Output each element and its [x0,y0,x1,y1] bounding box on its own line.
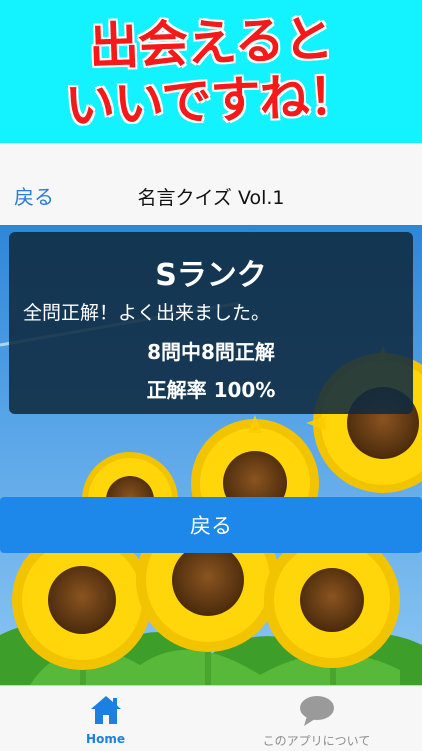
promo-banner: 出会えると いいですね！ [0,0,422,143]
tab-about-label: このアプリについて [262,734,371,748]
back-button[interactable]: 戻る [0,497,422,553]
tab-about-app[interactable]: このアプリについて [211,686,422,751]
tab-home-label: Home [86,732,125,746]
result-message: 全問正解！よく出来ました。 [23,302,271,324]
navigation-bar: 戻る 名言クイズ Vol.1 [0,143,422,226]
speech-bubble-icon [298,694,336,732]
tab-bar: Home このアプリについて [0,685,422,751]
home-icon [89,694,123,730]
page-title: 名言クイズ Vol.1 [137,187,285,209]
rank-label: Sランク [155,258,267,293]
score-text: 8問中8問正解 [147,340,275,364]
banner-text-line-2: いいですね！ [63,65,359,135]
banner-text-line-1: 出会えると [87,8,334,76]
tab-home[interactable]: Home [0,686,211,751]
accuracy-rate: 正解率 100% [146,378,276,402]
result-panel: Sランク 全問正解！よく出来ました。 8問中8問正解 正解率 100% [9,232,413,414]
